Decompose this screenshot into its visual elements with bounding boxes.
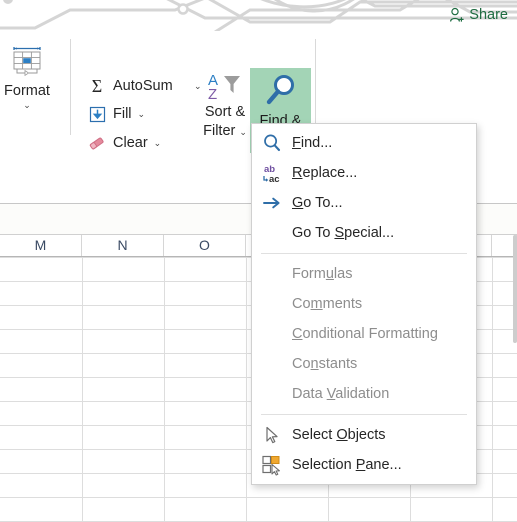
format-button[interactable]: Format ⌄	[0, 37, 64, 141]
column-header-M[interactable]: M	[0, 235, 82, 256]
menu-item-data-validation-label: Data Validation	[292, 386, 390, 402]
magnifier-icon	[266, 75, 294, 105]
ribbon-group-divider	[315, 39, 316, 135]
find-and-select-menu[interactable]: Find... ab ac Replace... Go To... Go To Speci…	[251, 123, 477, 485]
menu-item-select-objects[interactable]: Select Objects	[252, 420, 476, 450]
format-cells-icon	[13, 47, 41, 77]
menu-item-go-to-special-label: Go To Special...	[292, 225, 395, 241]
autosum-label: AutoSum	[113, 78, 173, 94]
chevron-down-icon: ⌄	[23, 100, 31, 110]
sort-filter-label-line1: Sort &	[204, 104, 246, 120]
replace-abac-icon: ab ac	[252, 162, 292, 184]
menu-item-go-to[interactable]: Go To...	[252, 188, 476, 218]
menu-item-replace[interactable]: ab ac Replace...	[252, 158, 476, 188]
menu-item-conditional-formatting: Conditional Formatting	[252, 319, 476, 349]
person-add-icon	[450, 7, 464, 22]
sort-filter-label-text: Filter	[203, 123, 236, 139]
autosum-button[interactable]: Σ AutoSum ⌄	[84, 73, 202, 99]
svg-text:ac: ac	[269, 174, 280, 184]
sort-filter-label-line2: Filter ⌄	[203, 122, 247, 142]
chevron-down-icon: ⌄	[239, 127, 247, 137]
menu-item-constants-label: Constants	[292, 356, 358, 372]
menu-item-conditional-formatting-label: Conditional Formatting	[292, 326, 438, 342]
menu-item-go-to-special[interactable]: Go To Special...	[252, 218, 476, 248]
menu-item-select-objects-label: Select Objects	[292, 427, 386, 443]
svg-text:Z: Z	[208, 86, 217, 103]
menu-item-selection-pane[interactable]: Selection Pane...	[252, 450, 476, 480]
fill-down-icon	[86, 106, 108, 123]
menu-item-selection-pane-label: Selection Pane...	[292, 457, 402, 473]
grid-column-line	[164, 257, 165, 522]
menu-item-comments-label: Comments	[292, 296, 363, 312]
selection-pane-icon	[252, 454, 292, 476]
eraser-icon	[86, 134, 108, 152]
menu-item-find[interactable]: Find...	[252, 128, 476, 158]
svg-text:Σ: Σ	[92, 77, 102, 95]
menu-item-formulas-label: Formulas	[292, 266, 353, 282]
menu-item-constants: Constants	[252, 349, 476, 379]
grid-column-line	[82, 257, 83, 522]
menu-item-go-to-label: Go To...	[292, 195, 343, 211]
grid-row-line	[0, 497, 517, 498]
arrow-right-icon	[252, 193, 292, 213]
menu-item-data-validation: Data Validation	[252, 379, 476, 409]
sigma-icon: Σ	[86, 77, 108, 95]
menu-item-comments: Comments	[252, 289, 476, 319]
magnifier-icon	[252, 133, 292, 153]
grid-column-line	[492, 257, 493, 522]
grid-column-line	[246, 257, 247, 522]
title-bar: Share	[0, 0, 517, 31]
format-button-label: Format	[4, 83, 50, 99]
menu-separator	[261, 253, 467, 254]
fill-button[interactable]: Fill ⌄	[84, 101, 166, 127]
chevron-down-icon: ⌄	[137, 108, 146, 119]
vertical-scrollbar-thumb[interactable]	[513, 235, 517, 343]
sort-and-filter-button[interactable]: A Z Sort & Filter ⌄	[200, 69, 250, 153]
menu-item-find-label: Find...	[292, 135, 333, 151]
cursor-arrow-icon	[252, 425, 292, 445]
decorative-circuit-pattern	[0, 0, 517, 31]
menu-separator	[261, 414, 467, 415]
share-button[interactable]: Share	[445, 4, 511, 26]
clear-label: Clear	[113, 135, 148, 151]
ribbon-group-divider	[70, 39, 71, 135]
menu-item-formulas: Formulas	[252, 259, 476, 289]
fill-label: Fill	[113, 106, 132, 122]
column-header-O[interactable]: O	[164, 235, 246, 256]
vertical-scrollbar[interactable]	[513, 235, 517, 500]
sort-az-filter-icon: A Z	[208, 72, 240, 103]
share-label: Share	[469, 7, 508, 23]
menu-item-replace-label: Replace...	[292, 165, 358, 181]
chevron-down-icon: ⌄	[153, 137, 162, 148]
column-header-N[interactable]: N	[82, 235, 164, 256]
